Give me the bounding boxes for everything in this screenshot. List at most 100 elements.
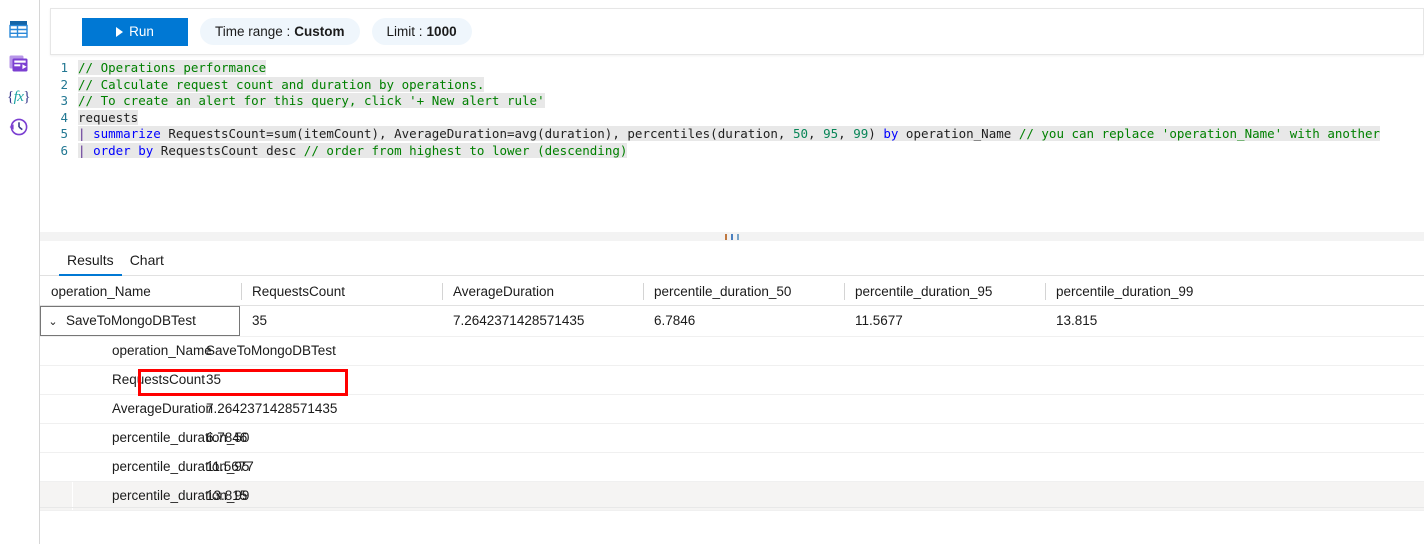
- run-button-label: Run: [129, 24, 154, 39]
- code-number: 50: [792, 126, 809, 141]
- column-header-percentile-50[interactable]: percentile_duration_50: [643, 277, 844, 306]
- cell-requests-count: 35: [241, 306, 442, 336]
- code-comment: // you can replace 'operation_Name' with…: [1018, 126, 1381, 141]
- code-text: RequestsCount=sum(itemCount), AverageDur…: [160, 126, 793, 141]
- cell-value: SaveToMongoDBTest: [66, 313, 196, 328]
- cell-average-duration: 7.2642371428571435: [442, 306, 643, 336]
- splitter-dot: [731, 233, 733, 240]
- code-text: ): [868, 126, 884, 141]
- indent-guide: [72, 482, 73, 510]
- column-header-requests-count[interactable]: RequestsCount: [241, 277, 442, 306]
- functions-icon[interactable]: {fx}: [5, 84, 32, 111]
- pane-splitter[interactable]: [40, 232, 1424, 241]
- line-number: 2: [60, 76, 68, 92]
- indent-guide: [72, 366, 73, 394]
- time-range-label: Time range :: [215, 24, 291, 39]
- code-line: 3 // To create an alert for this query, …: [40, 93, 1424, 110]
- detail-key: operation_Name: [112, 343, 212, 358]
- column-header-average-duration[interactable]: AverageDuration: [442, 277, 643, 306]
- code-keyword: order by: [93, 142, 154, 158]
- log-analytics-query-page: {fx} Run Time range : Custom Limit: 100…: [0, 0, 1424, 544]
- code-number: 99: [853, 126, 869, 141]
- code-number: 95: [823, 126, 839, 141]
- cell-operation-name: ⌄ SaveToMongoDBTest: [40, 306, 241, 336]
- detail-value: 7.2642371428571435: [206, 401, 338, 416]
- code-comment: // order from highest to lower (descendi…: [303, 142, 628, 158]
- time-range-value: Custom: [294, 24, 345, 39]
- code-text: RequestsCount desc: [153, 142, 304, 158]
- code-text: // Calculate request count and duration …: [78, 76, 485, 92]
- tab-chart[interactable]: Chart: [122, 252, 172, 275]
- limit-label: Limit :: [386, 24, 423, 39]
- cell-value: 7.2642371428571435: [453, 313, 585, 328]
- query-history-icon[interactable]: [5, 113, 32, 140]
- functions-glyph: {fx}: [6, 89, 31, 105]
- grid-bottom-divider: [40, 507, 1424, 508]
- detail-row-requests-count: RequestsCount 35: [40, 366, 1424, 395]
- grid-header-row: operation_Name RequestsCount AverageDura…: [40, 277, 1424, 306]
- cell-percentile-50: 6.7846: [643, 306, 844, 336]
- detail-value: 11.5677: [206, 459, 254, 474]
- code-keyword: summarize: [93, 126, 161, 141]
- query-toolbar: Run Time range : Custom Limit : 1000: [50, 8, 1424, 55]
- detail-value: SaveToMongoDBTest: [206, 343, 336, 358]
- cell-percentile-95: 11.5677: [844, 306, 1045, 336]
- cell-value: 11.5677: [855, 313, 903, 328]
- tables-icon[interactable]: [5, 15, 32, 42]
- detail-row-operation-name: operation_Name SaveToMongoDBTest: [40, 336, 1424, 366]
- tab-chart-label: Chart: [129, 252, 164, 268]
- indent-guide: [72, 337, 73, 365]
- detail-row-percentile-50: percentile_duration_50 6.7846: [40, 424, 1424, 453]
- code-pipe: |: [78, 126, 94, 141]
- limit-picker[interactable]: Limit : 1000: [371, 18, 472, 45]
- time-range-picker[interactable]: Time range : Custom: [200, 18, 360, 45]
- cell-value: 35: [252, 313, 268, 328]
- code-keyword: by: [883, 126, 899, 141]
- queries-icon[interactable]: [5, 50, 32, 77]
- tab-results[interactable]: Results: [59, 252, 122, 276]
- column-header-label: percentile_duration_95: [855, 283, 993, 299]
- code-text: ,: [838, 126, 854, 141]
- detail-value: 35: [206, 372, 222, 387]
- detail-row-average-duration: AverageDuration 7.2642371428571435: [40, 395, 1424, 424]
- detail-key: percentile_duration_50: [112, 430, 250, 445]
- tab-results-label: Results: [67, 252, 114, 268]
- detail-key: RequestsCount: [112, 372, 206, 387]
- code-line: 6 | order by RequestsCount desc // order…: [40, 142, 1424, 160]
- column-header-label: AverageDuration: [453, 283, 555, 299]
- column-header-label: percentile_duration_50: [654, 283, 792, 299]
- run-button[interactable]: Run: [82, 17, 188, 46]
- code-text: // Operations performance: [78, 60, 267, 75]
- indent-guide: [72, 424, 73, 452]
- indent-guide: [72, 395, 73, 423]
- column-header-label: percentile_duration_99: [1056, 283, 1194, 299]
- column-header-percentile-99[interactable]: percentile_duration_99: [1045, 277, 1345, 306]
- splitter-dot: [725, 233, 727, 240]
- code-text: operation_Name: [898, 126, 1019, 141]
- column-header-label: operation_Name: [51, 283, 151, 299]
- column-header-percentile-95[interactable]: percentile_duration_95: [844, 277, 1045, 306]
- line-number: 3: [60, 93, 68, 108]
- left-icon-rail: {fx}: [0, 0, 40, 544]
- detail-key: percentile_duration_99: [112, 488, 250, 503]
- chevron-down-icon[interactable]: ⌄: [40, 307, 66, 336]
- column-header-operation-name[interactable]: operation_Name: [40, 277, 241, 306]
- kql-code-editor[interactable]: 1 // Operations performance 2 // Calcula…: [40, 60, 1424, 220]
- detail-value: 13.815: [206, 488, 248, 503]
- splitter-dot: [737, 233, 739, 240]
- detail-row-percentile-95: percentile_duration_95 11.5677: [40, 453, 1424, 482]
- results-grid: operation_Name RequestsCount AverageDura…: [40, 277, 1424, 544]
- cell-value: 13.815: [1056, 313, 1098, 328]
- line-number: 6: [60, 142, 68, 158]
- code-line: 5 | summarize RequestsCount=sum(itemCoun…: [40, 126, 1424, 143]
- play-icon: [116, 26, 124, 37]
- limit-value: 1000: [426, 24, 457, 39]
- code-pipe: |: [78, 142, 94, 158]
- table-row[interactable]: ⌄ SaveToMongoDBTest 35 7.2642371428571435…: [40, 306, 1424, 336]
- code-line: 1 // Operations performance: [40, 60, 1424, 77]
- code-line: 4 requests: [40, 109, 1424, 127]
- cell-value: 6.7846: [654, 313, 696, 328]
- code-text: requests: [78, 109, 139, 125]
- line-number: 4: [60, 109, 68, 125]
- results-tabs: Results Chart: [40, 243, 1424, 276]
